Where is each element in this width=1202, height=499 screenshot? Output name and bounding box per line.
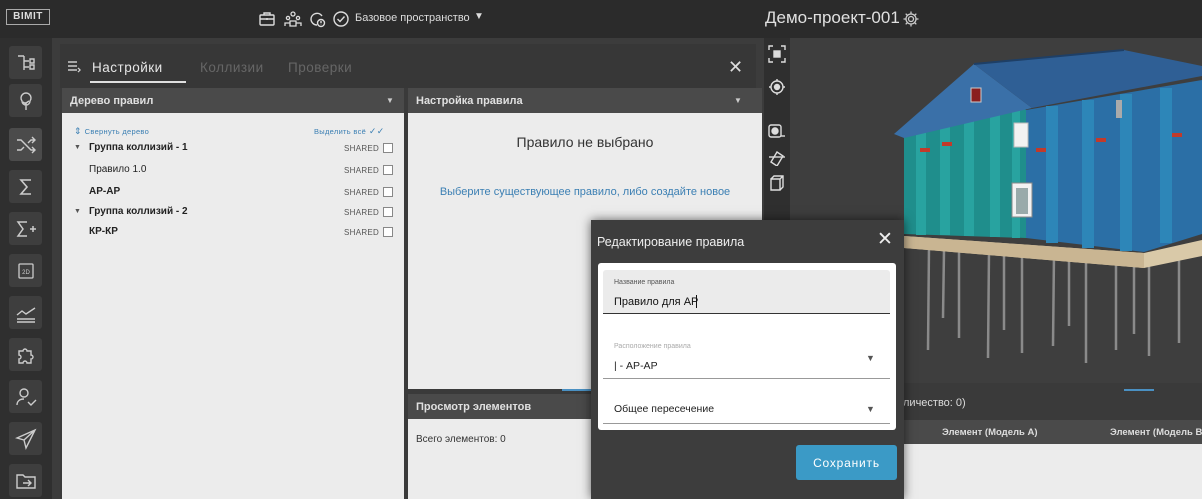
gear-icon[interactable] bbox=[902, 10, 920, 28]
table-body bbox=[903, 444, 1202, 499]
shuffle-icon[interactable] bbox=[9, 128, 42, 161]
collapse-label: Свернуть дерево bbox=[84, 127, 150, 136]
view-2d-icon[interactable]: 2D bbox=[9, 254, 42, 287]
team-icon[interactable] bbox=[284, 10, 302, 28]
project-title: Демо-проект-001 bbox=[765, 8, 900, 27]
briefcase-icon[interactable] bbox=[258, 10, 276, 28]
chevron-down-icon[interactable]: ▼ bbox=[866, 353, 875, 363]
empty-state-title: Правило не выбрано bbox=[516, 134, 654, 150]
total-elements: Всего элементов: 0 bbox=[416, 434, 506, 445]
tree-rule-item[interactable]: АР-АР bbox=[89, 186, 120, 197]
rules-tree-title: Дерево правил bbox=[70, 95, 154, 107]
element-view-title: Просмотр элементов bbox=[416, 401, 532, 413]
tree-structure-icon[interactable] bbox=[9, 46, 42, 79]
resize-handle[interactable] bbox=[562, 389, 592, 391]
shared-badge: SHARED bbox=[344, 188, 380, 197]
checkbox[interactable] bbox=[383, 207, 393, 217]
shared-badge: SHARED bbox=[344, 144, 380, 153]
folder-icon[interactable] bbox=[9, 464, 42, 497]
active-tab-indicator bbox=[90, 81, 186, 83]
tab-settings[interactable]: Настройки bbox=[92, 60, 163, 75]
tab-checks[interactable]: Проверки bbox=[288, 60, 352, 75]
close-icon[interactable]: ✕ bbox=[877, 230, 893, 249]
checkbox[interactable] bbox=[383, 143, 393, 153]
section-plane-icon[interactable] bbox=[768, 148, 786, 166]
clock-alert-icon[interactable] bbox=[308, 10, 326, 28]
target-icon[interactable] bbox=[768, 78, 786, 96]
puzzle-icon[interactable] bbox=[9, 338, 42, 371]
column-header[interactable]: Элемент (Модель В bbox=[1110, 427, 1202, 438]
top-bar bbox=[0, 0, 1202, 38]
chevron-down-icon[interactable]: ▼ bbox=[74, 208, 81, 215]
menu-icon[interactable] bbox=[67, 59, 81, 73]
shared-badge: SHARED bbox=[344, 228, 380, 237]
chevron-down-icon[interactable]: ▼ bbox=[474, 11, 484, 22]
double-check-icon: ✓✓ bbox=[366, 126, 385, 136]
rule-setup-title: Настройка правила bbox=[416, 95, 523, 107]
intersection-type-select[interactable]: Общее пересечение bbox=[614, 403, 714, 415]
save-button[interactable]: Сохранить bbox=[796, 445, 897, 480]
chart-icon[interactable] bbox=[9, 296, 42, 329]
check-circle-icon[interactable] bbox=[332, 10, 350, 28]
tree-group-item[interactable]: Группа коллизий - 1 bbox=[89, 142, 188, 153]
field-underline bbox=[603, 378, 890, 379]
close-icon[interactable]: ✕ bbox=[728, 58, 743, 76]
column-header[interactable]: Элемент (Модель А) bbox=[942, 427, 1038, 438]
workspace-selector[interactable]: Базовое пространство bbox=[355, 12, 470, 24]
svg-text:2D: 2D bbox=[22, 270, 30, 276]
dialog-title: Редактирование правила bbox=[597, 235, 745, 249]
field-underline bbox=[603, 423, 890, 424]
rule-name-label: Название правила bbox=[614, 279, 675, 286]
collisions-count: личество: 0) bbox=[903, 397, 966, 409]
chevron-down-icon[interactable]: ▼ bbox=[866, 404, 875, 414]
shared-badge: SHARED bbox=[344, 208, 380, 217]
checkbox[interactable] bbox=[383, 227, 393, 237]
tree-rule-item[interactable]: Правило 1.0 bbox=[89, 164, 146, 175]
section-box-icon[interactable] bbox=[768, 174, 786, 192]
send-icon[interactable] bbox=[9, 422, 42, 455]
app-logo: BIMIT bbox=[6, 9, 50, 25]
resize-handle[interactable] bbox=[1124, 389, 1154, 391]
empty-state-hint: Выберите существующее правило, либо созд… bbox=[439, 186, 731, 198]
select-all-label: Выделить всё bbox=[314, 127, 367, 136]
collapse-icon: ⇕ bbox=[74, 126, 85, 136]
tab-collisions[interactable]: Коллизии bbox=[200, 60, 264, 75]
checkbox[interactable] bbox=[383, 165, 393, 175]
camera-icon[interactable] bbox=[768, 122, 786, 140]
rule-location-select[interactable]: | - АР-АР bbox=[614, 360, 658, 372]
rule-location-label: Расположение правила bbox=[614, 343, 691, 350]
chevron-down-icon[interactable]: ▼ bbox=[74, 144, 81, 151]
fit-view-icon[interactable] bbox=[768, 45, 786, 63]
tree-group-item[interactable]: Группа коллизий - 2 bbox=[89, 206, 188, 217]
chevron-down-icon[interactable]: ▼ bbox=[386, 96, 394, 105]
collapse-tree-link[interactable]: ⇕ Свернуть дерево bbox=[74, 126, 149, 137]
shared-badge: SHARED bbox=[344, 166, 380, 175]
text-cursor bbox=[696, 295, 697, 308]
tree-icon[interactable] bbox=[9, 84, 42, 117]
sigma-icon[interactable] bbox=[9, 170, 42, 203]
user-check-icon[interactable] bbox=[9, 380, 42, 413]
chevron-down-icon[interactable]: ▼ bbox=[734, 96, 742, 105]
rule-name-input[interactable]: Правило для АР bbox=[614, 296, 698, 308]
checkbox[interactable] bbox=[383, 187, 393, 197]
select-all-link[interactable]: Выделить всё ✓✓ bbox=[314, 126, 385, 137]
tree-rule-item[interactable]: КР-КР bbox=[89, 226, 118, 237]
sigma-plus-icon[interactable] bbox=[9, 212, 42, 245]
